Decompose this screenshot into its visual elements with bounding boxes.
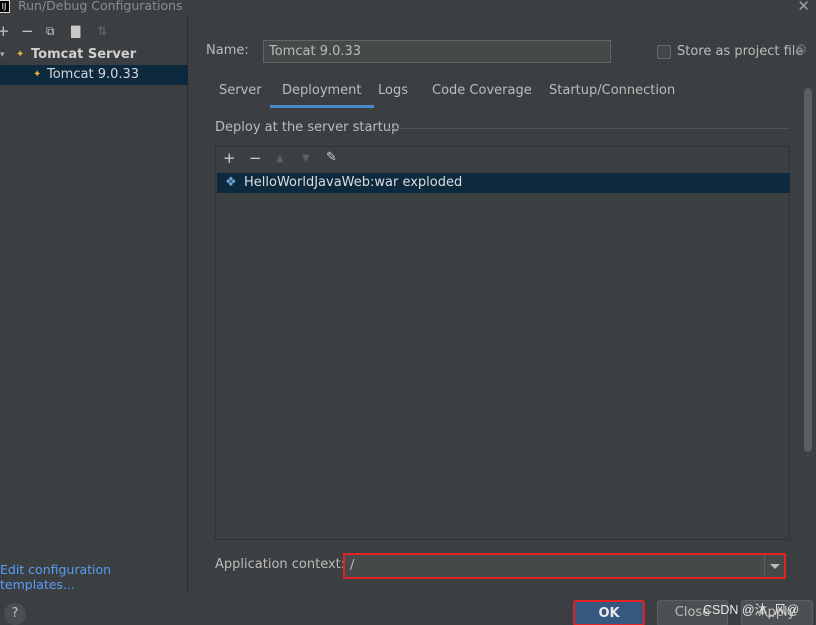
edit-templates-link[interactable]: Edit configuration templates...	[0, 562, 187, 592]
tab-server[interactable]: Server	[207, 78, 274, 108]
tab-logs[interactable]: Logs	[366, 78, 420, 108]
deploy-section-label: Deploy at the server startup	[215, 120, 400, 135]
tree-group-label: Tomcat Server	[31, 47, 137, 62]
window-title: Run/Debug Configurations	[18, 0, 183, 13]
watermark: CSDN @沐_风@	[703, 603, 800, 617]
tree-item-tomcat-9[interactable]: ✦ Tomcat 9.0.33	[0, 65, 188, 85]
add-artifact-button[interactable]: +	[223, 149, 236, 167]
move-down-button[interactable]: ▼	[302, 153, 310, 164]
configurations-sidebar: + − ⧉ ▇ ⇅ ▾ ✦ Tomcat Server ✦ Tomcat 9.0…	[0, 16, 188, 592]
list-item[interactable]: ❖ HelloWorldJavaWeb:war exploded	[217, 173, 790, 193]
name-field[interactable]: Tomcat 9.0.33	[263, 40, 611, 63]
sidebar-toolbar: + − ⧉ ▇ ⇅	[0, 22, 188, 42]
deployment-toolbar: + − ▲ ▼ ✎	[216, 147, 789, 173]
intellij-icon: IJ	[0, 0, 10, 13]
section-divider	[385, 128, 789, 129]
artifact-label: HelloWorldJavaWeb:war exploded	[244, 175, 463, 190]
tab-deployment[interactable]: Deployment	[270, 78, 374, 108]
close-icon[interactable]: ✕	[797, 0, 810, 15]
tab-startup-connection[interactable]: Startup/Connection	[537, 78, 687, 108]
add-configuration-button[interactable]: +	[0, 22, 10, 40]
scrollbar-thumb[interactable]	[804, 88, 812, 452]
remove-configuration-button[interactable]: −	[21, 22, 34, 40]
dialog-button-bar: ? OK Close Apply	[0, 591, 816, 625]
sort-icon[interactable]: ⇅	[97, 24, 107, 38]
application-context-label: Application context:	[215, 557, 346, 572]
name-label: Name:	[206, 43, 249, 58]
pencil-icon[interactable]: ✎	[326, 150, 337, 165]
deployment-list[interactable]: + − ▲ ▼ ✎ ❖ HelloWorldJavaWeb:war explod…	[215, 146, 790, 540]
move-up-button[interactable]: ▲	[276, 153, 284, 164]
help-button[interactable]: ?	[4, 603, 26, 625]
tomcat-icon: ✦	[16, 49, 25, 60]
artifact-icon: ❖	[225, 175, 237, 190]
tab-code-coverage[interactable]: Code Coverage	[420, 78, 544, 108]
application-context-combobox[interactable]: /	[343, 553, 786, 579]
copy-icon[interactable]: ⧉	[46, 24, 55, 39]
store-as-project-file-checkbox[interactable]	[657, 45, 671, 59]
tab-bar: Server Deployment Logs Code Coverage Sta…	[207, 78, 797, 108]
tree-item-label: Tomcat 9.0.33	[47, 67, 140, 82]
chevron-down-icon[interactable]: ▾	[0, 45, 5, 65]
store-as-project-file-label[interactable]: Store as project file	[677, 44, 803, 59]
application-context-value[interactable]: /	[350, 558, 354, 573]
tree-group-tomcat-server[interactable]: ▾ ✦ Tomcat Server	[0, 45, 188, 65]
ok-button[interactable]: OK	[573, 600, 645, 625]
title-bar: IJ Run/Debug Configurations ✕	[0, 0, 816, 16]
chevron-down-icon[interactable]	[764, 555, 784, 577]
remove-artifact-button[interactable]: −	[249, 149, 262, 167]
folder-icon[interactable]: ▇	[71, 24, 80, 38]
tomcat-icon: ✦	[33, 69, 42, 80]
gear-icon[interactable]: ⚙	[795, 42, 808, 58]
